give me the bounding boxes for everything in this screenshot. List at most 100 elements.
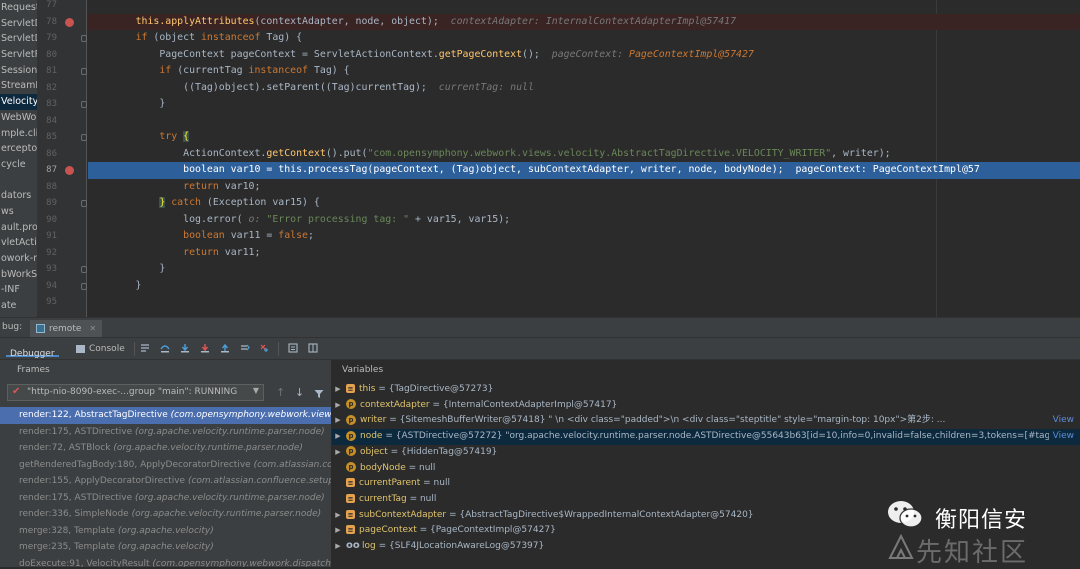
project-tree-item[interactable]: bWorkS	[0, 267, 37, 283]
view-link[interactable]: View	[1048, 413, 1074, 430]
code-editor[interactable]: this.applyAttributes(contextAdapter, nod…	[88, 0, 1080, 317]
project-tree-item[interactable]: ServletD	[0, 31, 37, 47]
tab-console[interactable]: Console	[76, 341, 125, 357]
show-execution-point-icon[interactable]	[140, 343, 150, 353]
frame-row[interactable]: render:155, ApplyDecoratorDirective (com…	[0, 473, 331, 490]
project-tree-item[interactable]: vletActi	[0, 235, 37, 251]
step-over-icon[interactable]	[160, 343, 170, 353]
breakpoint-icon[interactable]	[65, 166, 74, 175]
fold-marker-icon[interactable]	[81, 134, 87, 141]
variable-row[interactable]: ▶ p object = {HiddenTag@57419}	[332, 445, 1080, 461]
project-tree-item[interactable]: ServletD	[0, 16, 37, 32]
code-line[interactable]: log.error( o: "Error processing tag: " +…	[88, 212, 1080, 229]
frame-row[interactable]: render:336, SimpleNode (org.apache.veloc…	[0, 506, 331, 523]
code-line[interactable]: try {	[88, 129, 1080, 146]
close-icon[interactable]: ✕	[89, 324, 96, 333]
code-token: this.applyAttributes	[135, 15, 255, 27]
frame-row[interactable]: merge:235, Template (org.apache.velocity…	[0, 539, 331, 556]
variable-row[interactable]: ▶ p contextAdapter = {InternalContextAdapt…	[332, 398, 1080, 414]
code-line[interactable]: if (currentTag instanceof Tag) {	[88, 63, 1080, 80]
frame-row[interactable]: merge:328, Template (org.apache.velocity…	[0, 523, 331, 540]
toolbar-divider	[278, 342, 279, 356]
code-line[interactable]: boolean var10 = this.processTag(pageCont…	[88, 162, 1080, 179]
project-tree-item[interactable]: StreamR	[0, 78, 37, 94]
project-tree-item[interactable]: cycle	[0, 157, 37, 173]
frame-row[interactable]: render:72, ASTBlock (org.apache.velocity…	[0, 440, 331, 457]
project-tree-item[interactable]: mple.cli	[0, 126, 37, 142]
fold-marker-icon[interactable]	[81, 101, 87, 108]
code-line[interactable]	[88, 294, 1080, 311]
run-to-cursor-icon[interactable]	[260, 343, 270, 353]
project-tree-item[interactable]: Request	[0, 0, 37, 16]
frame-row[interactable]: render:175, ASTDirective (org.apache.vel…	[0, 424, 331, 441]
view-link[interactable]: View	[1048, 429, 1074, 445]
code-token: o:	[248, 213, 267, 225]
step-into-icon[interactable]	[180, 343, 190, 353]
expand-arrow-icon[interactable]: ▶	[332, 445, 344, 461]
expand-arrow-icon[interactable]: ▶	[332, 413, 344, 429]
code-line[interactable]: boolean var11 = false;	[88, 228, 1080, 245]
project-tree-item[interactable]: WebWor	[0, 110, 37, 126]
project-tree-item[interactable]: ate	[0, 298, 37, 314]
breakpoint-icon[interactable]	[65, 17, 74, 27]
project-tree-item[interactable]	[0, 173, 37, 189]
fold-marker-icon[interactable]	[81, 266, 87, 273]
force-step-into-icon[interactable]	[200, 343, 210, 353]
expand-arrow-icon[interactable]: ▶	[332, 429, 344, 445]
project-tree-item[interactable]: owork-m	[0, 251, 37, 267]
check-icon: ✔	[12, 386, 21, 397]
code-line[interactable]: PageContext pageContext = ServletActionC…	[88, 47, 1080, 64]
frame-row[interactable]: getRenderedTagBody:180, ApplyDecoratorDi…	[0, 457, 331, 474]
project-tree-item[interactable]: SessionM	[0, 63, 37, 79]
layout-icon[interactable]	[308, 343, 318, 353]
code-line[interactable]: }	[88, 261, 1080, 278]
fold-marker-icon[interactable]	[81, 282, 87, 290]
project-tree-item[interactable]: -INF	[0, 282, 37, 298]
variable-row[interactable]: ▶ p node = {ASTDirective@57272} "org.apach…	[332, 429, 1080, 445]
code-token: {	[183, 131, 190, 142]
code-line[interactable]: }	[88, 96, 1080, 113]
fold-marker-icon[interactable]	[81, 200, 87, 207]
drop-frame-icon[interactable]	[240, 343, 250, 353]
expand-arrow-icon[interactable]: ▶	[332, 398, 344, 414]
variable-row[interactable]: p bodyNode = null	[332, 461, 1080, 477]
thread-select[interactable]: ✔ "http-nio-8090-exec-...group "main": R…	[7, 384, 264, 401]
arrow-down-icon[interactable]: ↓	[295, 386, 304, 399]
code-line[interactable]: if (object instanceof Tag) {	[88, 30, 1080, 47]
expand-arrow-icon[interactable]: ▶	[332, 523, 344, 539]
code-line[interactable]: return var10;	[88, 179, 1080, 196]
frame-row[interactable]: doExecute:91, VelocityResult (com.opensy…	[0, 556, 331, 568]
wechat-logo-icon	[888, 501, 923, 528]
evaluate-expression-icon[interactable]	[288, 343, 298, 353]
code-line[interactable]: this.applyAttributes(contextAdapter, nod…	[88, 13, 1080, 30]
frame-row[interactable]: render:122, AbstractTagDirective (com.op…	[0, 407, 331, 424]
frame-row[interactable]: render:175, ASTDirective (org.apache.vel…	[0, 490, 331, 507]
session-tab-remote[interactable]: remote ✕	[30, 320, 103, 337]
fold-marker-icon[interactable]	[81, 68, 87, 75]
code-line[interactable]: }	[88, 278, 1080, 295]
code-line[interactable]: ((Tag)object).setParent((Tag)currentTag)…	[88, 80, 1080, 97]
fold-marker-icon[interactable]	[81, 35, 87, 42]
arrow-up-icon[interactable]: ↑	[276, 386, 285, 399]
code-line[interactable]: return var11;	[88, 245, 1080, 262]
variable-row[interactable]: ▶ p writer = {SitemeshBufferWriter@57418} …	[332, 413, 1080, 430]
project-tree-item[interactable]: ault.pro	[0, 220, 37, 236]
code-line[interactable]	[88, 0, 1080, 14]
project-tree-item[interactable]: ws	[0, 204, 37, 220]
project-tree-item[interactable]: ServletR	[0, 47, 37, 63]
tab-debugger[interactable]: Debugger	[6, 341, 59, 359]
variable-row[interactable]: ≡ currentParent = null	[332, 476, 1080, 492]
filter-icon[interactable]	[314, 389, 324, 399]
project-tree-item[interactable]: dators	[0, 188, 37, 204]
step-out-icon[interactable]	[220, 343, 230, 353]
expand-arrow-icon[interactable]: ▶	[332, 508, 344, 524]
project-tree-item[interactable]: erceptor	[0, 141, 37, 157]
expand-arrow-icon[interactable]: ▶	[332, 539, 344, 555]
variable-row[interactable]: ▶ ≡ this = {TagDirective@57273}	[332, 382, 1080, 398]
code-token: ;	[307, 230, 314, 241]
code-line[interactable]: } catch (Exception var15) {	[88, 195, 1080, 212]
project-tree-item[interactable]: Velocity	[0, 94, 37, 110]
code-line[interactable]: ActionContext.getContext().put("com.open…	[88, 146, 1080, 163]
code-line[interactable]	[88, 113, 1080, 130]
expand-arrow-icon[interactable]: ▶	[332, 382, 344, 398]
